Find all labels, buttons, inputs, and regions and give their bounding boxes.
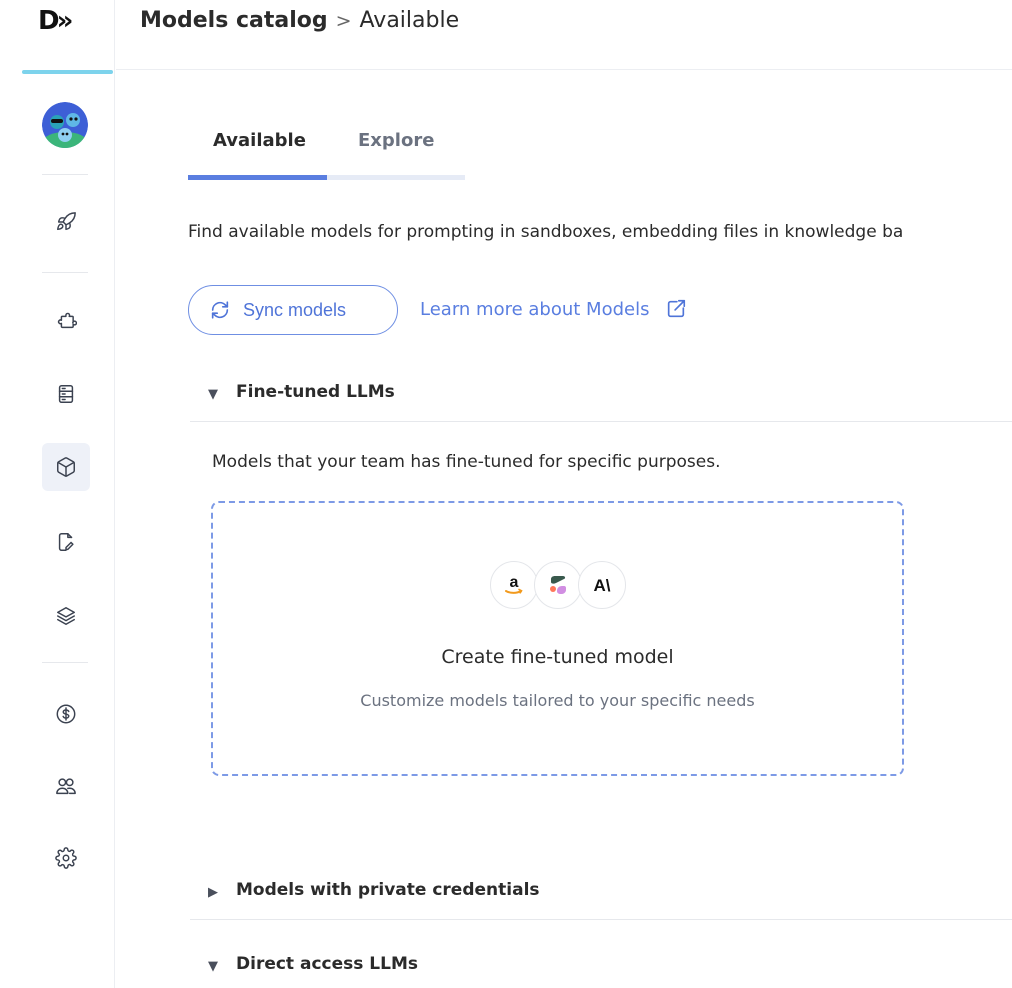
sidebar-divider [42,272,88,273]
sidebar-divider [42,662,88,663]
tab-available[interactable]: Available [213,130,306,151]
server-icon [58,385,74,403]
cohere-logo-icon [534,561,582,609]
sidebar-item-sandboxes[interactable] [42,518,90,566]
anthropic-logo-icon: A\ [578,561,626,609]
sync-models-label: Sync models [243,299,347,320]
section-private-credentials-header[interactable]: ▶ Models with private credentials [190,872,1012,920]
breadcrumb-separator: > [335,10,352,32]
amazon-logo-icon: a [490,561,538,609]
section-title: Models with private credentials [236,880,540,900]
sidebar-item-puzzle[interactable] [42,296,90,344]
learn-more-label: Learn more about Models [420,298,650,320]
sidebar-item-server[interactable] [42,370,90,418]
card-subtitle: Customize models tailored to your specif… [360,691,755,710]
caret-down-icon: ▼ [208,387,218,402]
rocket-icon [57,212,76,231]
section-title: Direct access LLMs [236,954,418,974]
sidebar-item-billing[interactable] [42,690,90,738]
logo-underline [22,70,113,74]
app-logo[interactable]: D» [38,6,73,36]
sidebar-item-models[interactable] [42,443,90,491]
page-description: Find available models for prompting in s… [188,222,904,242]
cube-icon [57,457,75,477]
caret-right-icon: ▶ [208,885,218,900]
edit-document-icon [58,533,74,551]
section-title: Fine-tuned LLMs [236,382,395,402]
learn-more-link[interactable]: Learn more about Models [420,298,687,320]
sidebar-item-rocket[interactable] [42,198,90,246]
breadcrumb-root[interactable]: Models catalog [140,8,328,33]
sidebar-divider [42,174,88,175]
provider-logos: a A\ [490,561,630,611]
sidebar-item-layers[interactable] [42,592,90,640]
breadcrumb-current: Available [359,8,460,33]
sidebar: D» [0,0,115,988]
sidebar-item-team[interactable] [42,762,90,810]
layers-icon [57,607,75,625]
breadcrumb: Models catalog > Available [140,8,459,33]
amazon-glyph: a [510,574,519,591]
external-link-icon [668,299,686,318]
card-title: Create fine-tuned model [441,646,674,668]
anthropic-glyph: A\ [594,576,611,595]
caret-down-icon: ▼ [208,959,218,974]
tab-active-indicator [188,175,327,180]
section-fine-tuned-description: Models that your team has fine-tuned for… [212,452,721,472]
puzzle-icon [57,312,77,329]
sync-icon [211,301,229,319]
users-icon [56,778,76,795]
tab-bar: Available Explore [188,126,465,182]
section-direct-access-header[interactable]: ▼ Direct access LLMs [190,946,1012,988]
avatar[interactable] [42,102,88,148]
tab-explore[interactable]: Explore [358,130,434,151]
gear-icon [55,847,77,869]
sidebar-item-settings[interactable] [42,834,90,882]
top-header: Models catalog > Available [116,0,1012,70]
section-fine-tuned-header[interactable]: ▼ Fine-tuned LLMs [190,374,1012,422]
create-fine-tuned-model-card[interactable]: a A\ Create fine-tuned model Customize m… [211,501,904,776]
avatar-image [42,102,88,148]
sync-models-button[interactable]: Sync models [188,285,398,335]
dollar-icon [56,704,76,724]
